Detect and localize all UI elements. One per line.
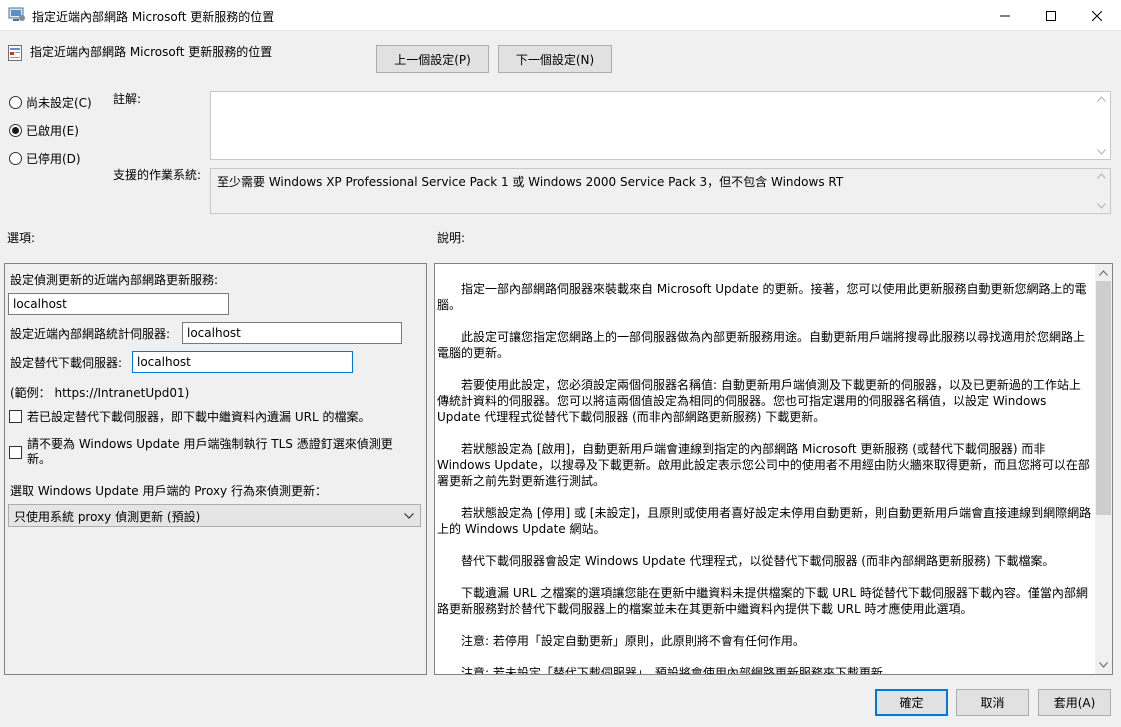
- supported-os-value: 至少需要 Windows XP Professional Service Pac…: [217, 175, 844, 189]
- description-paragraph: 替代下載伺服器會設定 Windows Update 代理程式，以從替代下載伺服器…: [461, 554, 1055, 568]
- alt-download-input[interactable]: localhost: [132, 351, 353, 373]
- proxy-behavior-label: 選取 Windows Update 用戶端的 Proxy 行為來偵測更新：: [10, 484, 327, 498]
- supported-os-label: 支援的作業系統:: [113, 168, 202, 182]
- minimize-button[interactable]: [982, 0, 1028, 31]
- stats-server-input[interactable]: localhost: [182, 322, 402, 344]
- title-bar: 指定近端內部網路 Microsoft 更新服務的位置: [0, 0, 1121, 31]
- comment-textarea[interactable]: [210, 91, 1111, 160]
- close-button[interactable]: [1074, 0, 1120, 31]
- stats-server-label: 設定近端內部網路統計伺服器:: [10, 327, 171, 341]
- tls-pinning-label: 請不要為 Windows Update 用戶端強制執行 TLS 憑證釘選來偵測更…: [27, 437, 393, 466]
- description-panel: 指定一部內部網路伺服器來裝載來自 Microsoft Update 的更新。接著…: [434, 263, 1113, 675]
- policy-title: 指定近端內部網路 Microsoft 更新服務的位置: [30, 45, 273, 59]
- proxy-behavior-dropdown[interactable]: 只使用系統 proxy 偵測更新 (預設): [8, 504, 421, 527]
- update-server-label: 設定偵測更新的近端內部網路更新服務:: [10, 273, 219, 287]
- radio-label: 已啟用(E): [26, 124, 79, 138]
- tls-pinning-checkbox[interactable]: [9, 446, 22, 459]
- scroll-down-icon: [1097, 149, 1106, 155]
- alt-download-label: 設定替代下載伺服器:: [10, 356, 123, 370]
- description-paragraph: 注意: 若未設定「替代下載伺服器」，預設將會使用內部網路更新服務來下載更新。: [461, 666, 895, 675]
- update-server-input[interactable]: localhost: [8, 293, 229, 315]
- description-paragraph: 指定一部內部網路伺服器來裝載來自 Microsoft Update 的更新。接著…: [437, 282, 1087, 312]
- comment-label: 註解:: [113, 92, 142, 106]
- cancel-button[interactable]: 取消: [956, 689, 1029, 716]
- radio-button[interactable]: [9, 96, 22, 109]
- description-paragraph: 下載遺漏 URL 之檔案的選項讓您能在更新中繼資料未提供檔案的下載 URL 時從…: [437, 586, 1088, 616]
- next-setting-button[interactable]: 下一個設定(N): [498, 45, 612, 73]
- missing-url-checkbox[interactable]: [9, 410, 22, 423]
- radio-enabled[interactable]: 已啟用(E): [9, 122, 79, 139]
- close-icon: [1092, 10, 1102, 21]
- radio-label: 尚未設定(C): [26, 96, 92, 110]
- scroll-up-icon: [1097, 96, 1106, 102]
- group-policy-app-icon: [8, 7, 25, 21]
- description-paragraph: 注意: 若停用「設定自動更新」原則，此原則將不會有任何作用。: [461, 634, 805, 648]
- description-paragraph: 若狀態設定為 [啟用]，自動更新用戶端會連線到指定的內部網路 Microsoft…: [437, 442, 1090, 488]
- options-section-label: 選項:: [7, 231, 36, 245]
- radio-button[interactable]: [9, 124, 22, 137]
- description-paragraph: 若要使用此設定，您必須設定兩個伺服器名稱值: 自動更新用戶端偵測及下載更新的伺服…: [437, 378, 1081, 424]
- ok-button[interactable]: 確定: [875, 689, 948, 716]
- supported-scrollbar[interactable]: [1094, 169, 1110, 213]
- minimize-icon: [1000, 15, 1010, 16]
- description-section-label: 說明:: [437, 231, 466, 245]
- maximize-button[interactable]: [1028, 0, 1074, 31]
- proxy-behavior-value: 只使用系統 proxy 偵測更新 (預設): [14, 510, 201, 524]
- radio-label: 已停用(D): [26, 152, 81, 166]
- radio-not-configured[interactable]: 尚未設定(C): [9, 94, 92, 111]
- window-title: 指定近端內部網路 Microsoft 更新服務的位置: [32, 10, 275, 24]
- description-scrollbar[interactable]: [1095, 264, 1112, 674]
- options-panel: 設定偵測更新的近端內部網路更新服務: localhost 設定近端內部網路統計伺…: [4, 263, 427, 675]
- maximize-icon: [1046, 10, 1056, 21]
- missing-url-label: 若已設定替代下載伺服器，即下載中繼資料內遺漏 URL 的檔案。: [27, 410, 371, 424]
- radio-disabled[interactable]: 已停用(D): [9, 150, 81, 167]
- supported-os-field: 至少需要 Windows XP Professional Service Pac…: [210, 168, 1111, 214]
- description-paragraph: 此設定可讓您指定您網路上的一部伺服器做為內部更新服務用途。自動更新用戶端將搜尋此…: [437, 330, 1086, 360]
- scroll-up-icon: [1097, 173, 1106, 179]
- scroll-up-icon: [1099, 270, 1108, 276]
- radio-button[interactable]: [9, 152, 22, 165]
- scroll-down-icon: [1097, 203, 1106, 209]
- chevron-down-icon: [404, 513, 414, 519]
- comment-scrollbar[interactable]: [1094, 92, 1110, 159]
- previous-setting-button[interactable]: 上一個設定(P): [376, 45, 489, 73]
- description-text: 指定一部內部網路伺服器來裝載來自 Microsoft Update 的更新。接著…: [437, 281, 1092, 675]
- description-paragraph: 若狀態設定為 [停用] 或 [未設定]，且原則或使用者喜好設定未停用自動更新，則…: [437, 506, 1092, 536]
- example-text: (範例： https://IntranetUpd01): [10, 386, 190, 400]
- apply-button[interactable]: 套用(A): [1038, 689, 1111, 716]
- policy-setting-icon: [8, 45, 22, 61]
- scrollbar-thumb[interactable]: [1096, 281, 1111, 515]
- scroll-down-icon: [1099, 662, 1108, 668]
